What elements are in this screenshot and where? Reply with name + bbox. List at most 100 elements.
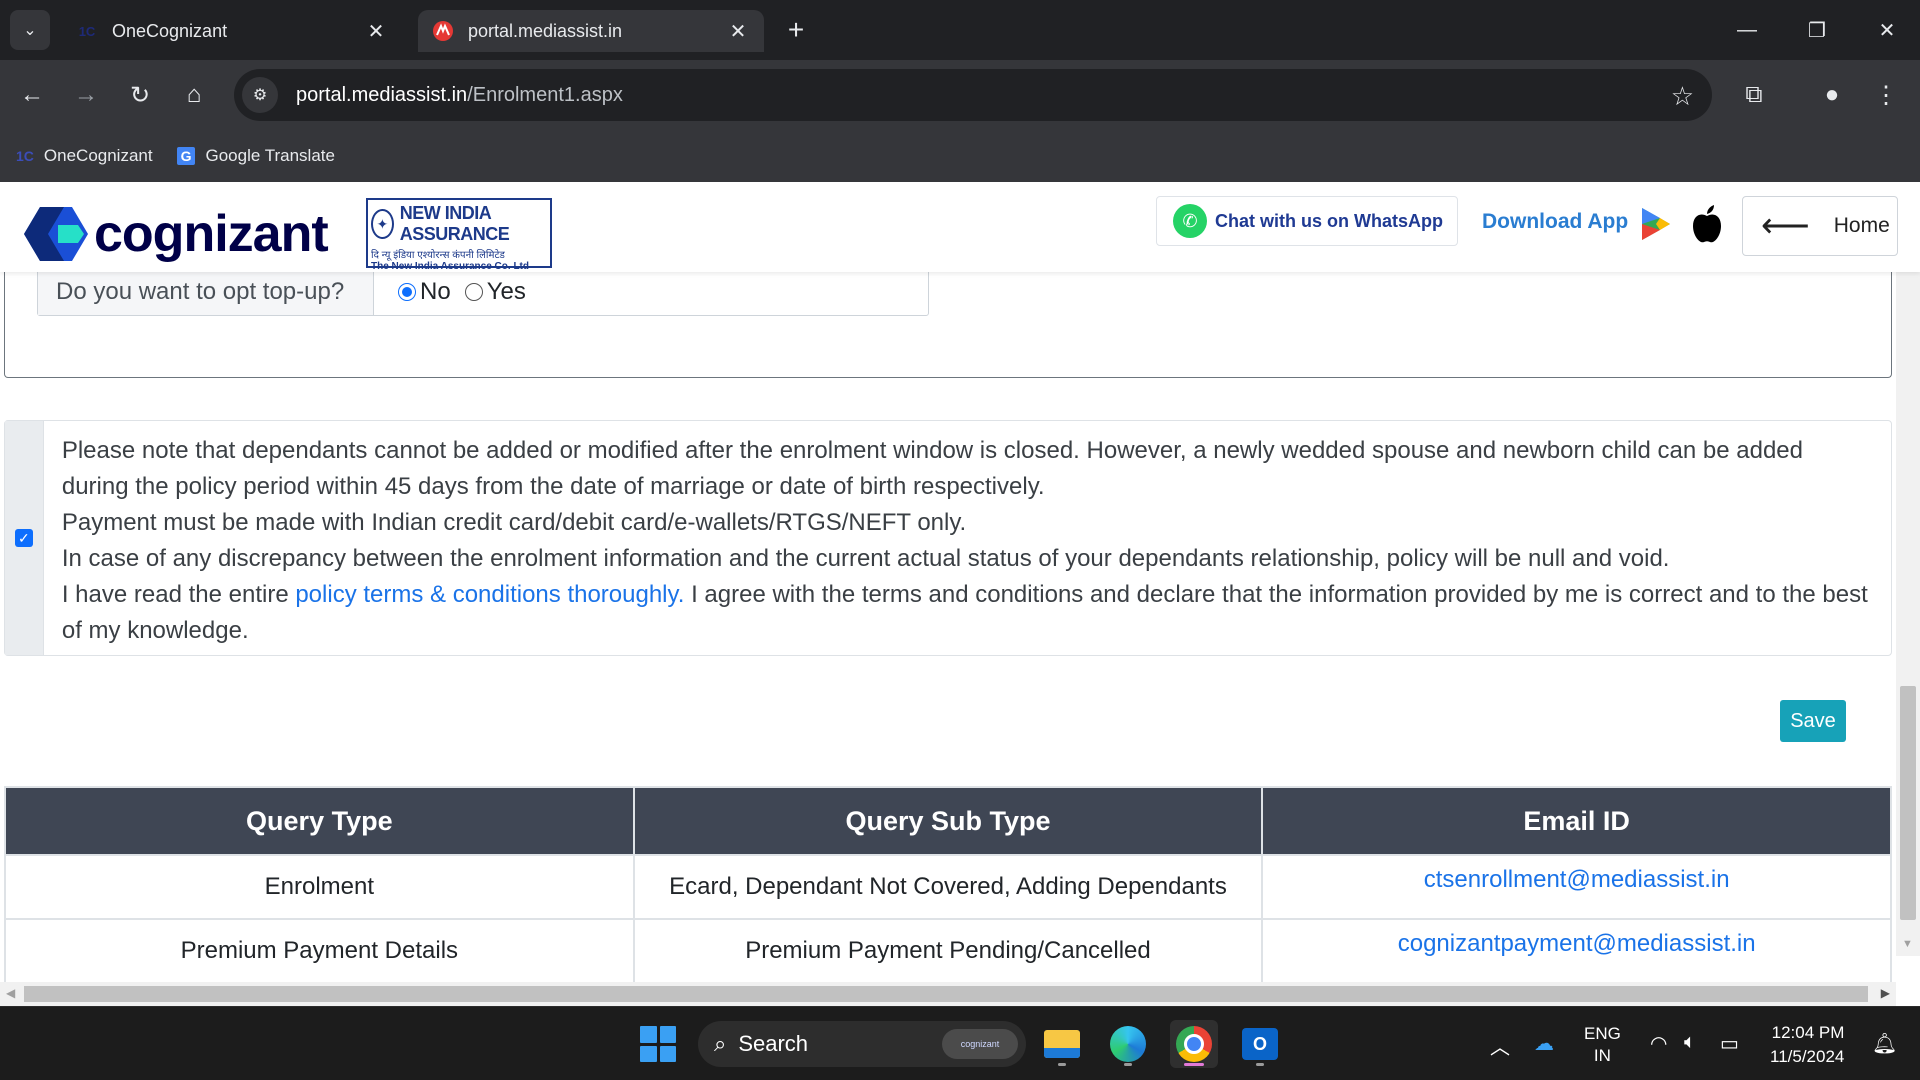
- taskbar-search[interactable]: ⌕ Search cognizant: [698, 1021, 1026, 1067]
- topup-question: Do you want to opt top-up?: [38, 269, 374, 315]
- horizontal-scrollbar[interactable]: ◀ ▶: [0, 982, 1896, 1006]
- topup-options: No Yes: [374, 269, 540, 315]
- extensions-icon[interactable]: ⧉: [1736, 77, 1772, 113]
- minimize-button[interactable]: —: [1722, 10, 1772, 50]
- table-header-row: Query Type Query Sub Type Email ID: [4, 786, 1892, 856]
- bookmark-google-translate[interactable]: G Google Translate: [176, 146, 335, 166]
- bookmark-label: OneCognizant: [43, 146, 153, 165]
- topup-option-no[interactable]: No: [398, 278, 451, 306]
- logo-text: cognizant: [94, 205, 329, 263]
- browser-tab-strip: ⌄ 1C OneCognizant ✕ portal.mediassist.in…: [0, 0, 1920, 60]
- bookmark-label: Google Translate: [205, 146, 335, 165]
- declaration-line-1: Please note that dependants cannot be ad…: [61, 437, 1803, 500]
- query-sub-type-cell: Premium Payment Pending/Cancelled: [632, 918, 1264, 984]
- restore-button[interactable]: ❐: [1792, 10, 1842, 50]
- whatsapp-chat-button[interactable]: ✆ Chat with us on WhatsApp: [1156, 196, 1458, 246]
- new-india-assurance-logo: ✦ NEW INDIA ASSURANCE दि न्यू इंडिया एश्…: [366, 198, 552, 272]
- google-play-icon[interactable]: [1640, 206, 1672, 242]
- radio-no[interactable]: [398, 283, 416, 301]
- email-link[interactable]: cognizantpayment@mediassist.in: [1261, 918, 1892, 984]
- whatsapp-icon: ✆: [1173, 204, 1207, 238]
- declaration-checkbox[interactable]: ✓: [14, 529, 33, 547]
- url-host: portal.mediassist.in: [296, 83, 468, 106]
- bookmark-onecognizant[interactable]: 1C OneCognizant: [16, 146, 153, 166]
- close-icon[interactable]: ✕: [364, 19, 388, 43]
- radio-yes[interactable]: [464, 283, 483, 301]
- onedrive-icon[interactable]: ☁: [1534, 1031, 1554, 1056]
- language-line-1: ENG: [1584, 1024, 1621, 1043]
- query-type-cell: Enrolment: [4, 854, 635, 920]
- new-tab-button[interactable]: +: [780, 14, 812, 46]
- search-icon: ⌕: [714, 1031, 727, 1056]
- option-label: Yes: [486, 278, 526, 305]
- scrollbar-thumb[interactable]: [24, 986, 1868, 1002]
- vertical-scrollbar[interactable]: ▲ ▼: [1896, 256, 1920, 956]
- scrollbar-thumb[interactable]: [1900, 686, 1916, 920]
- language-indicator[interactable]: ENG IN: [1584, 1023, 1621, 1067]
- column-header-query-type: Query Type: [4, 786, 635, 856]
- declaration-checkbox-cell: ✓: [5, 421, 44, 655]
- query-sub-type-cell: Ecard, Dependant Not Covered, Adding Dep…: [632, 854, 1264, 920]
- profile-icon[interactable]: ●: [1814, 77, 1850, 113]
- windows-taskbar: ⌕ Search cognizant O ︿ ☁ ENG IN ◠ 🔈︎ ▭ 1…: [0, 1006, 1920, 1080]
- declaration-line-2: Payment must be made with Indian credit …: [61, 509, 967, 536]
- insurer-subtitle: The New India Assurance Co. Ltd: [371, 261, 529, 272]
- whatsapp-label: Chat with us on WhatsApp: [1215, 210, 1443, 231]
- cognizant-logo[interactable]: cognizant: [24, 204, 329, 264]
- scroll-down-icon[interactable]: ▼: [1902, 938, 1913, 950]
- site-info-icon[interactable]: ⚙: [242, 77, 278, 113]
- mediassist-icon: [432, 20, 454, 42]
- table-row: Enrolment Ecard, Dependant Not Covered, …: [4, 854, 1892, 920]
- chrome-icon[interactable]: [1170, 1020, 1218, 1068]
- url-path: /Enrolment1.aspx: [467, 83, 623, 106]
- reload-button[interactable]: ↻: [122, 77, 158, 113]
- search-badge: cognizant: [942, 1029, 1018, 1059]
- battery-icon[interactable]: ▭: [1720, 1031, 1739, 1056]
- tab-onecognizant[interactable]: 1C OneCognizant ✕: [62, 10, 402, 52]
- address-bar[interactable]: ⚙ portal.mediassist.in/Enrolment1.aspx ☆: [234, 69, 1712, 121]
- apple-icon[interactable]: [1690, 204, 1724, 244]
- home-button[interactable]: ⟵ Home: [1742, 196, 1898, 256]
- table-row: Premium Payment Details Premium Payment …: [4, 918, 1892, 984]
- tab-mediassist[interactable]: portal.mediassist.in ✕: [418, 10, 764, 52]
- back-button[interactable]: ←: [14, 77, 50, 113]
- tab-title: OneCognizant: [112, 20, 228, 41]
- close-icon[interactable]: ✕: [726, 19, 750, 43]
- save-button[interactable]: Save: [1780, 700, 1846, 742]
- close-window-button[interactable]: ✕: [1862, 10, 1912, 50]
- edge-icon[interactable]: [1104, 1020, 1152, 1068]
- volume-icon[interactable]: 🔈︎: [1684, 1031, 1696, 1054]
- windows-start-icon[interactable]: [640, 1026, 676, 1062]
- clock-time: 12:04 PM: [1771, 1023, 1845, 1042]
- declaration-line-3: In case of any discrepancy between the e…: [61, 545, 1670, 572]
- file-explorer-icon[interactable]: [1038, 1020, 1086, 1068]
- onecognizant-icon: 1C: [16, 148, 34, 164]
- forward-button[interactable]: →: [68, 77, 104, 113]
- page-content: cognizant ✦ NEW INDIA ASSURANCE दि न्यू …: [0, 182, 1920, 1006]
- chevron-up-icon[interactable]: ︿: [1490, 1031, 1510, 1060]
- scroll-right-icon[interactable]: ▶: [1881, 986, 1890, 1000]
- bookmark-star-icon[interactable]: ☆: [1671, 81, 1694, 112]
- home-label: Home: [1833, 214, 1890, 237]
- column-header-query-sub-type: Query Sub Type: [632, 786, 1264, 856]
- clock[interactable]: 12:04 PM 11/5/2024: [1770, 1021, 1844, 1069]
- query-type-cell: Premium Payment Details: [4, 918, 635, 984]
- email-link[interactable]: ctsenrollment@mediassist.in: [1261, 854, 1892, 920]
- tab-search-button[interactable]: ⌄: [10, 10, 50, 50]
- search-placeholder: Search: [738, 1031, 809, 1056]
- clock-date: 11/5/2024: [1770, 1047, 1845, 1066]
- declaration-text: Please note that dependants cannot be ad…: [44, 421, 1891, 655]
- download-app-link[interactable]: Download App: [1482, 210, 1628, 234]
- topup-option-yes[interactable]: Yes: [464, 278, 526, 306]
- chevron-down-icon: ⌄: [23, 22, 37, 39]
- column-header-email-id: Email ID: [1261, 786, 1892, 856]
- insurer-name: NEW INDIA ASSURANCE: [399, 203, 510, 244]
- notification-bell-icon[interactable]: 🔔︎: [1872, 1031, 1897, 1056]
- policy-terms-link[interactable]: policy terms & conditions thoroughly.: [295, 581, 684, 608]
- cognizant-mark-icon: [24, 207, 88, 261]
- outlook-icon[interactable]: O: [1236, 1020, 1284, 1068]
- wifi-icon[interactable]: ◠: [1650, 1031, 1667, 1056]
- menu-icon[interactable]: ⋮: [1868, 77, 1904, 113]
- home-icon[interactable]: ⌂: [176, 77, 212, 113]
- scroll-left-icon[interactable]: ◀: [6, 986, 15, 1000]
